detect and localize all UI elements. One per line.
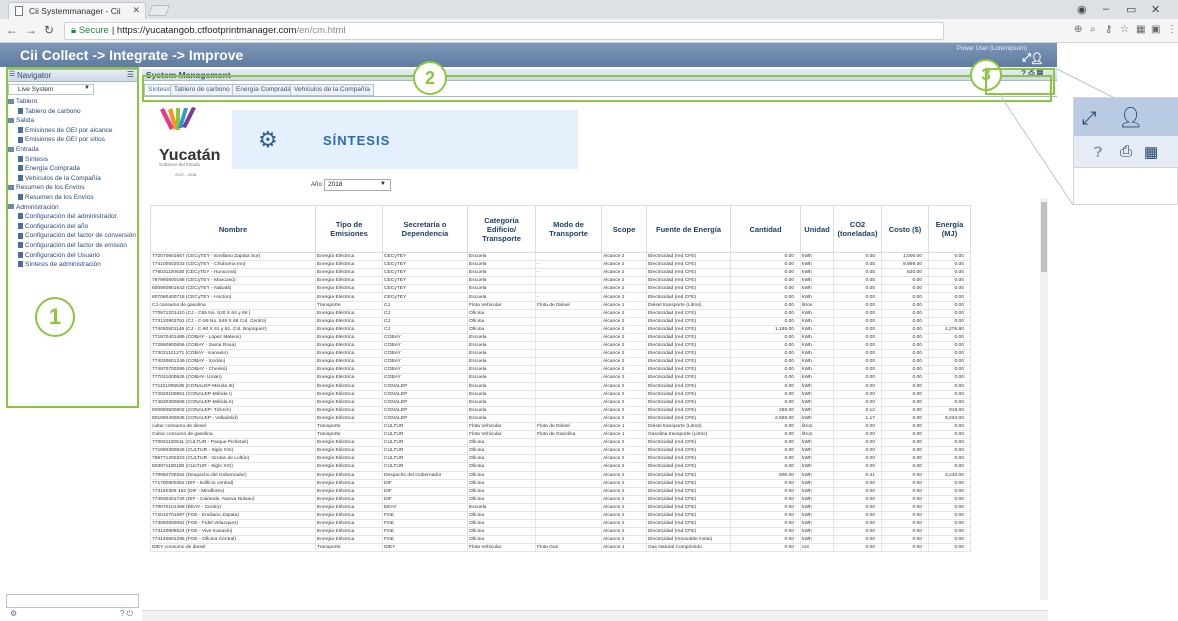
help-icon: ❓︎ <box>1094 144 1103 160</box>
expand-icon: ⤢ <box>1082 108 1097 128</box>
zoom-callout: ⤢ 👤︎ ❓︎ ⎙ ▦ <box>1073 97 1178 205</box>
print-icon: ⎙ <box>1120 143 1133 160</box>
grid-icon: ▦ <box>1144 144 1159 161</box>
user-icon: 👤︎ <box>1118 107 1144 129</box>
zoom-callout-top: ⤢ 👤︎ <box>1074 98 1178 136</box>
annotation-lines <box>999 67 1178 206</box>
zoom-callout-bottom: ❓︎ ⎙ ▦ <box>1074 136 1178 168</box>
